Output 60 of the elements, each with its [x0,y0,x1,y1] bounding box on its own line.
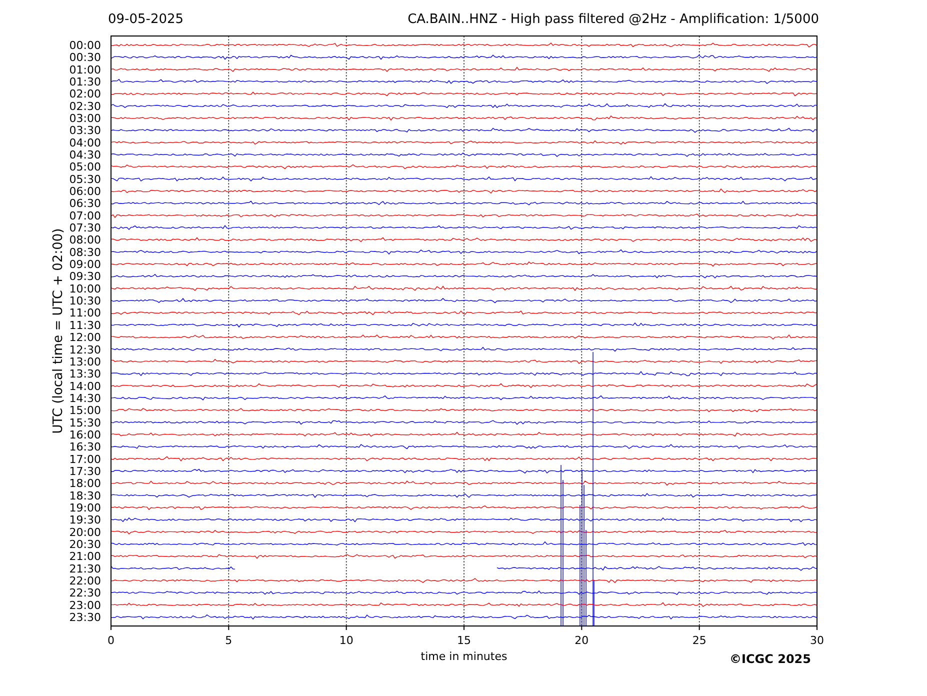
time-label: 03:30 [69,124,101,138]
time-label: 14:00 [69,380,101,393]
time-label: 02:30 [69,100,101,113]
time-label: 12:30 [69,343,101,356]
time-label: 19:00 [69,501,101,514]
tick-label: 25 [692,634,706,647]
time-label: 23:00 [69,598,101,612]
tick-label: 5 [225,634,232,647]
time-label: 18:30 [69,489,101,502]
date-label: 09-05-2025 [108,11,184,29]
time-label: 11:00 [69,306,101,320]
time-label: 05:30 [69,172,101,186]
tick-label: 20 [574,634,589,647]
time-label: 09:30 [69,270,101,284]
time-label: 04:00 [69,136,101,150]
time-label: 01:00 [69,63,101,76]
time-label: 16:30 [69,440,101,454]
time-label: 22:00 [69,574,101,588]
time-label: 22:30 [69,586,101,600]
time-label: 17:00 [69,452,101,466]
time-label: 15:00 [69,404,101,418]
time-label: 21:30 [69,562,101,576]
time-label: 23:30 [69,611,101,624]
time-label: 03:00 [69,112,101,126]
time-label: 20:30 [69,538,101,551]
time-label: 09:00 [69,258,101,272]
time-label: 19:30 [69,514,101,527]
tick-label: 15 [457,634,471,647]
x-axis-title: time in minutes [420,650,508,663]
tick-label: 10 [339,634,354,647]
tick-label: 0 [108,634,114,647]
time-label: 04:30 [69,148,101,162]
time-label: 02:00 [69,88,101,101]
copyright-text: ©ICGC 2025 [729,652,811,666]
time-label: 10:00 [69,282,101,296]
time-label: 12:00 [69,331,101,344]
time-label: 13:00 [69,355,101,368]
time-label: 21:00 [69,550,101,564]
time-label: 06:00 [69,185,101,198]
y-axis-title: UTC (local time = UTC + 02:00) [51,228,66,434]
time-label: 07:30 [69,222,101,235]
time-label: 05:00 [69,160,101,174]
time-label: 07:00 [69,209,101,222]
chart-title: CA.BAIN..HNZ - High pass filtered @2Hz - Amplification: 1/5000 [408,11,819,29]
time-label: 06:30 [69,197,101,210]
time-label: 01:30 [69,76,101,88]
time-label: 17:30 [69,464,101,478]
time-label: 00:00 [69,39,101,52]
time-label: 00:30 [69,51,101,64]
time-label: 10:30 [69,294,101,308]
time-label: 18:00 [69,477,101,490]
time-label: 15:30 [69,416,101,430]
tick-label: 30 [810,634,824,647]
time-label: 08:00 [69,234,101,247]
time-label: 08:30 [69,246,101,259]
time-label: 13:30 [69,368,101,381]
time-label: 14:30 [69,392,101,405]
time-label: 11:30 [69,318,101,332]
time-label: 20:00 [69,526,101,539]
time-label: 16:00 [69,428,101,442]
